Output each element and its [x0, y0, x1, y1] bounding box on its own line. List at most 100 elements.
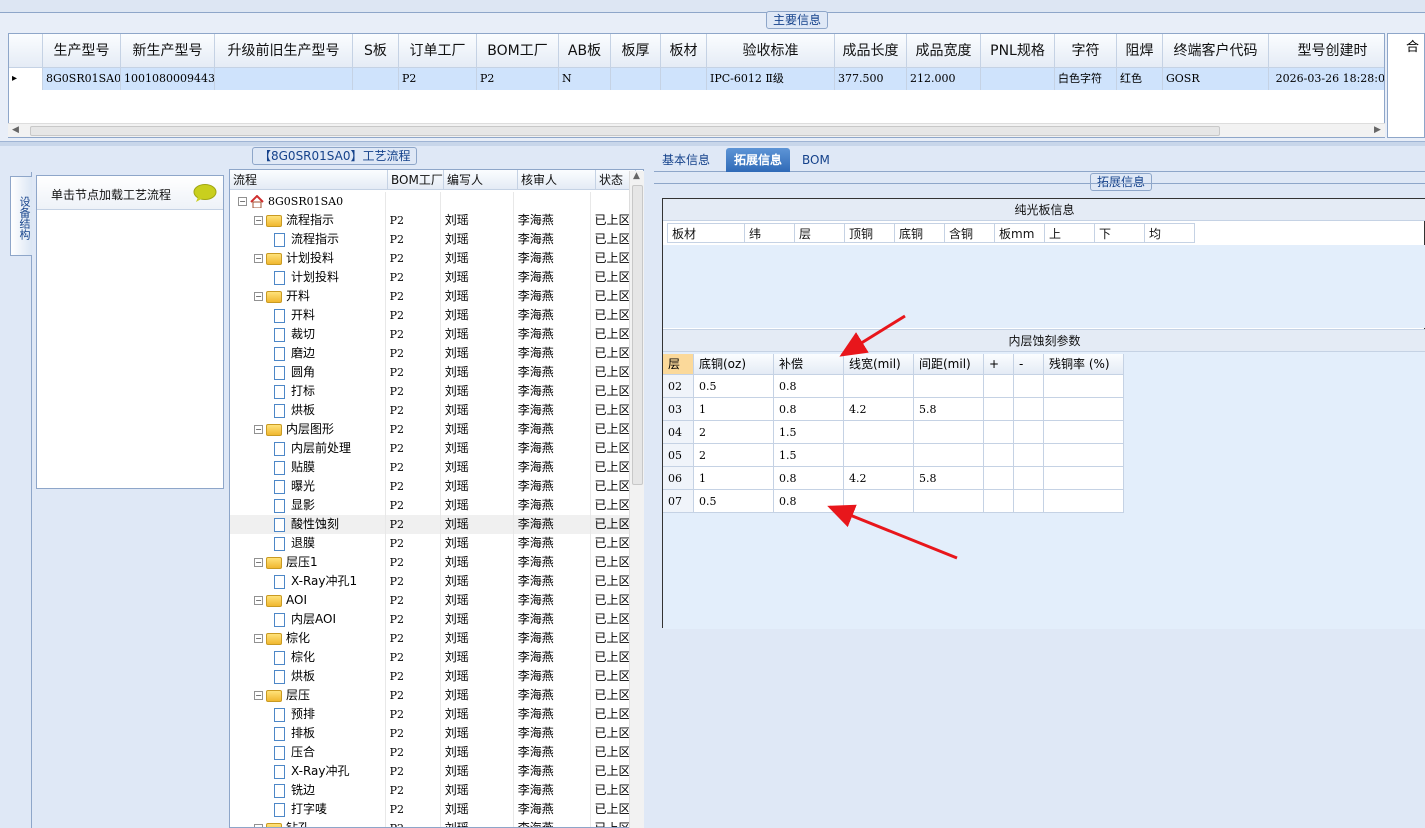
etch-cell[interactable]: 4.2 — [844, 398, 914, 421]
tree-cell-reviewer[interactable]: 李海燕 — [514, 648, 591, 667]
tree-cell-bom[interactable]: P2 — [386, 629, 441, 648]
main-cell[interactable] — [981, 68, 1055, 90]
main-cell[interactable]: 红色 — [1117, 68, 1163, 90]
tree-node-cell[interactable]: 酸性蚀刻 — [230, 515, 386, 534]
main-col-header[interactable]: AB板 — [559, 34, 611, 68]
tree-cell-reviewer[interactable]: 李海燕 — [514, 363, 591, 382]
tree-row[interactable]: 圆角 P2 刘瑶 李海燕 已上区 — [230, 363, 630, 382]
main-cell[interactable] — [661, 68, 707, 90]
plain-col-header[interactable]: 层 — [795, 223, 845, 243]
main-col-header[interactable]: 升级前旧生产型号 — [215, 34, 353, 68]
tree-cell-bom[interactable]: P2 — [386, 781, 441, 800]
etch-cell[interactable] — [844, 490, 914, 513]
tree-row[interactable]: X-Ray冲孔 P2 刘瑶 李海燕 已上区 — [230, 762, 630, 781]
tree-cell-status[interactable]: 已上区 — [591, 477, 630, 496]
tree-cell-status[interactable]: 已上区 — [591, 401, 630, 420]
tree-cell-status[interactable]: 已上区 — [591, 800, 630, 819]
tree-row[interactable]: − 层压1 P2 刘瑶 李海燕 已上区 — [230, 553, 630, 572]
tree-cell-status[interactable]: 已上区 — [591, 439, 630, 458]
tree-cell-bom[interactable]: P2 — [386, 363, 441, 382]
plain-col-header[interactable]: 纬 — [745, 223, 795, 243]
tree-node-cell[interactable]: 内层AOI — [230, 610, 386, 629]
tree-row[interactable]: − 计划投料 P2 刘瑶 李海燕 已上区 — [230, 249, 630, 268]
tree-node-cell[interactable]: 排板 — [230, 724, 386, 743]
main-col-header[interactable]: 新生产型号 — [121, 34, 215, 68]
tree-node-cell[interactable]: 流程指示 — [230, 230, 386, 249]
main-cell[interactable]: 212.000 — [907, 68, 981, 90]
tree-cell-reviewer[interactable]: 李海燕 — [514, 344, 591, 363]
tree-cell-status[interactable]: 已上区 — [591, 515, 630, 534]
main-cell[interactable]: P2 — [477, 68, 559, 90]
tree-node-cell[interactable]: X-Ray冲孔1 — [230, 572, 386, 591]
tree-cell-author[interactable]: 刘瑶 — [441, 534, 514, 553]
tree-row[interactable]: 贴膜 P2 刘瑶 李海燕 已上区 — [230, 458, 630, 477]
side-tab-equipment[interactable]: 设备结构 — [10, 176, 32, 256]
tab-0[interactable]: 基本信息 — [654, 148, 718, 172]
collapse-toggle-icon[interactable]: − — [254, 254, 263, 263]
tree-cell-author[interactable]: 刘瑶 — [441, 420, 514, 439]
tree-cell-status[interactable]: 已上区 — [591, 629, 630, 648]
tree-row[interactable]: − 层压 P2 刘瑶 李海燕 已上区 — [230, 686, 630, 705]
tree-cell-author[interactable]: 刘瑶 — [441, 382, 514, 401]
tree-cell-status[interactable] — [591, 192, 630, 211]
tree-node-cell[interactable]: 铣边 — [230, 781, 386, 800]
etch-cell[interactable] — [1044, 421, 1124, 444]
tree-node-cell[interactable]: 打字唛 — [230, 800, 386, 819]
tree-cell-reviewer[interactable]: 李海燕 — [514, 420, 591, 439]
inner-etch-grid[interactable]: 层底铜(oz) 补偿 线宽(mil) 间距(mil) + - 残铜率 (%) 02 0.5 0.8… — [663, 354, 1124, 513]
collapse-toggle-icon[interactable]: − — [254, 824, 263, 827]
tree-node-cell[interactable]: 圆角 — [230, 363, 386, 382]
collapse-toggle-icon[interactable]: − — [254, 292, 263, 301]
tree-cell-author[interactable]: 刘瑶 — [441, 325, 514, 344]
etch-cell[interactable] — [1014, 490, 1044, 513]
tree-cell-status[interactable]: 已上区 — [591, 553, 630, 572]
tree-cell-bom[interactable]: P2 — [386, 249, 441, 268]
tree-cell-reviewer[interactable]: 李海燕 — [514, 705, 591, 724]
tree-cell-author[interactable]: 刘瑶 — [441, 648, 514, 667]
tree-cell-author[interactable]: 刘瑶 — [441, 724, 514, 743]
tree-cell-bom[interactable]: P2 — [386, 496, 441, 515]
tree-cell-author[interactable]: 刘瑶 — [441, 268, 514, 287]
tree-row[interactable]: 打标 P2 刘瑶 李海燕 已上区 — [230, 382, 630, 401]
tree-cell-bom[interactable]: P2 — [386, 515, 441, 534]
tree-node-cell[interactable]: − 层压1 — [230, 553, 386, 572]
tab-2[interactable]: BOM — [794, 148, 838, 172]
etch-cell[interactable]: 0.8 — [774, 375, 844, 398]
tree-node-cell[interactable]: 退膜 — [230, 534, 386, 553]
tree-cell-author[interactable]: 刘瑶 — [441, 287, 514, 306]
etch-cell[interactable] — [914, 444, 984, 467]
tree-cell-status[interactable]: 已上区 — [591, 819, 630, 827]
main-cell[interactable] — [611, 68, 661, 90]
tree-row[interactable]: 开料 P2 刘瑶 李海燕 已上区 — [230, 306, 630, 325]
etch-cell[interactable]: 1 — [694, 467, 774, 490]
tree-cell-status[interactable]: 已上区 — [591, 648, 630, 667]
vscroll-thumb[interactable] — [632, 185, 643, 485]
tree-cell-status[interactable]: 已上区 — [591, 743, 630, 762]
main-grid-hscrollbar[interactable]: ◀ ▶ — [8, 123, 1385, 137]
tree-cell-reviewer[interactable]: 李海燕 — [514, 401, 591, 420]
tree-row[interactable]: 计划投料 P2 刘瑶 李海燕 已上区 — [230, 268, 630, 287]
tree-cell-status[interactable]: 已上区 — [591, 420, 630, 439]
collapse-toggle-icon[interactable]: − — [254, 558, 263, 567]
etch-cell[interactable] — [1044, 398, 1124, 421]
tree-cell-author[interactable]: 刘瑶 — [441, 306, 514, 325]
tree-col-header[interactable]: 核审人 — [518, 170, 596, 190]
tree-node-cell[interactable]: − 计划投料 — [230, 249, 386, 268]
tree-cell-bom[interactable]: P2 — [386, 211, 441, 230]
tree-cell-reviewer[interactable]: 李海燕 — [514, 743, 591, 762]
plain-col-header[interactable]: 底铜 — [895, 223, 945, 243]
tree-cell-reviewer[interactable]: 李海燕 — [514, 477, 591, 496]
tree-cell-author[interactable]: 刘瑶 — [441, 591, 514, 610]
tree-row[interactable]: − AOI P2 刘瑶 李海燕 已上区 — [230, 591, 630, 610]
etch-cell[interactable]: 5.8 — [914, 467, 984, 490]
tree-cell-reviewer[interactable]: 李海燕 — [514, 249, 591, 268]
tree-row[interactable]: 退膜 P2 刘瑶 李海燕 已上区 — [230, 534, 630, 553]
tree-row[interactable]: 酸性蚀刻 P2 刘瑶 李海燕 已上区 — [230, 515, 630, 534]
main-col-header[interactable]: S板 — [353, 34, 399, 68]
main-cell[interactable]: N — [559, 68, 611, 90]
tree-cell-author[interactable]: 刘瑶 — [441, 762, 514, 781]
tree-cell-bom[interactable]: P2 — [386, 705, 441, 724]
tree-cell-author[interactable]: 刘瑶 — [441, 401, 514, 420]
main-cell[interactable]: 白色字符 — [1055, 68, 1117, 90]
tree-cell-status[interactable]: 已上区 — [591, 287, 630, 306]
